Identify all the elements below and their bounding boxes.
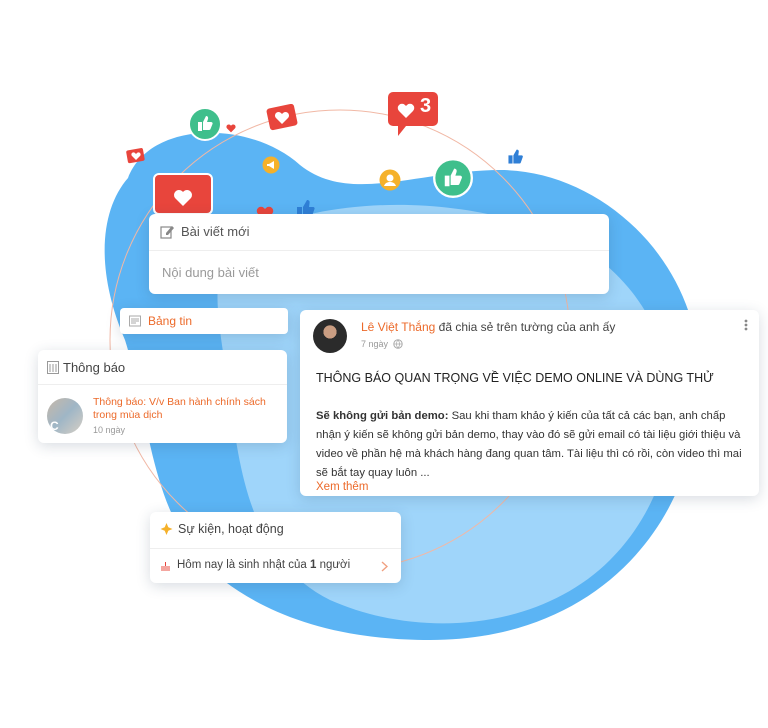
post-card: Lê Việt Thắng đã chia sẻ trên tường của … [300,310,759,496]
notification-avatar-letter: C [50,419,59,433]
events-icon [160,523,173,535]
heart-bubble-icon [266,104,300,136]
birthday-suffix: người [316,559,351,571]
notification-item-link[interactable]: Thông báo: V/v Ban hành chính sách trong… [93,396,278,422]
megaphone-icon [262,156,280,174]
heart-bubble-icon: 3 [386,88,446,138]
edit-icon [160,226,174,239]
post-action: đã chia sẻ trên tường của anh ấy [438,320,616,334]
heart-bubble-icon [126,148,146,166]
composer-title: Bài viết mới [181,224,250,239]
chevron-right-icon [381,561,388,572]
globe-icon [393,339,403,349]
events-title: Sự kiện, hoạt động [178,522,284,536]
more-options-icon[interactable] [744,319,748,331]
newsfeed-label: Bảng tin [148,314,193,328]
composer-input[interactable]: Nội dung bài viết [162,265,259,280]
notification-time: 10 ngày [93,425,126,435]
user-icon [379,169,401,191]
newsfeed-tab[interactable]: Bảng tin [120,308,288,334]
see-more-link[interactable]: Xem thêm [316,481,368,493]
post-time: 7 ngày [361,339,389,349]
birthday-text: Hôm nay là sinh nhật của [177,559,310,571]
post-heading: THÔNG BÁO QUAN TRỌNG VỀ VIỆC DEMO ONLINE… [316,371,714,385]
newspaper-icon [129,315,141,327]
notifications-card: Thông báo C Thông báo: V/v Ban hành chín… [38,350,287,443]
events-card: Sự kiện, hoạt động Hôm nay là sinh nhật … [150,512,401,583]
post-body-lead: Sẽ không gửi bản demo: [316,410,449,422]
post-author-link[interactable]: Lê Việt Thắng [361,320,435,334]
like-bubble-icon [188,107,222,141]
notification-list-icon [47,361,59,374]
heart-icon [226,124,236,133]
new-post-composer: Bài viết mới Nội dung bài viết [149,214,609,294]
notifications-title: Thông báo [63,360,126,375]
thumbs-up-icon [506,148,524,166]
post-body: Sẽ không gửi bản demo: Sau khi tham khảo… [316,407,744,483]
like-bubble-icon [433,158,473,198]
notification-avatar: C [47,398,83,434]
birthday-item[interactable]: Hôm nay là sinh nhật của 1 người [160,559,391,575]
heart-count-badge: 3 [420,95,432,117]
author-avatar[interactable] [313,319,347,353]
cake-icon [161,562,170,571]
